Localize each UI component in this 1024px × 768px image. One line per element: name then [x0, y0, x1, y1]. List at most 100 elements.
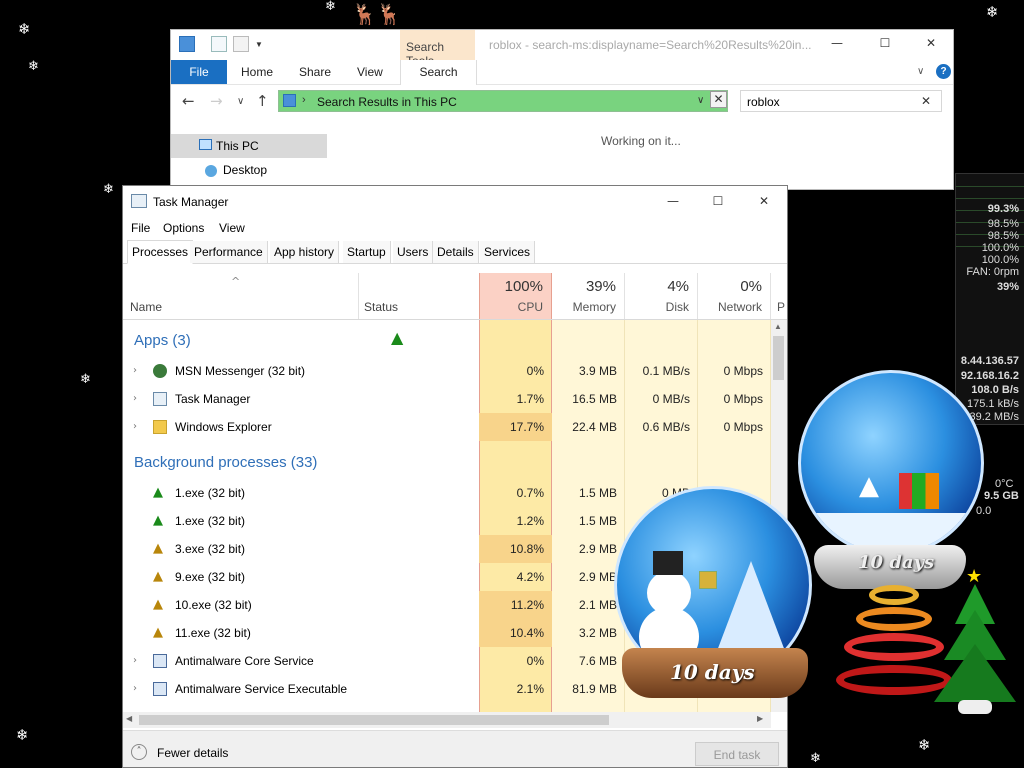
tree-icon: ▲: [153, 597, 163, 612]
column-disk[interactable]: 4% Disk: [625, 273, 698, 319]
snowflake-icon: ❄: [18, 20, 31, 38]
group-header-apps[interactable]: Apps (3): [134, 332, 191, 349]
expand-ribbon-chevron-icon[interactable]: ∨: [917, 60, 924, 84]
process-cpu: 10.4%: [479, 619, 552, 647]
customize-toolbar-chevron-icon[interactable]: ▼: [255, 40, 263, 49]
forward-arrow-icon[interactable]: →: [210, 92, 223, 110]
nav-item-desktop[interactable]: Desktop: [223, 163, 267, 177]
chevron-up-icon[interactable]: ˄: [131, 744, 147, 760]
maximize-button[interactable]: ☐: [708, 194, 728, 212]
fewer-details-button[interactable]: Fewer details: [157, 746, 228, 760]
process-name: 10.exe (32 bit): [175, 598, 252, 612]
gadget-value: FAN: 0rpm: [966, 266, 1019, 278]
column-name[interactable]: Name: [130, 300, 162, 314]
tab-view[interactable]: View: [357, 60, 383, 84]
gadget-value: 100.0%: [981, 242, 1019, 254]
gadget-value: 99.3%: [987, 203, 1019, 215]
close-button[interactable]: ✕: [754, 194, 774, 212]
cpu-label: CPU: [517, 300, 543, 314]
menu-file[interactable]: File: [131, 221, 150, 235]
expand-chevron-icon[interactable]: ›: [133, 393, 137, 404]
disk-percent: 4%: [667, 278, 689, 295]
tab-home[interactable]: Home: [241, 60, 273, 84]
menu-view[interactable]: View: [219, 221, 245, 235]
address-dropdown-chevron-icon[interactable]: ∨: [697, 95, 704, 106]
process-network: 0 Mbps: [723, 364, 763, 378]
column-status[interactable]: Status: [364, 300, 398, 314]
up-arrow-icon[interactable]: ↑: [256, 92, 269, 110]
tree-icon: ▲: [153, 569, 163, 584]
end-task-button[interactable]: End task: [695, 742, 779, 766]
column-cpu[interactable]: 100% CPU: [479, 273, 552, 319]
snowflake-icon: ❄: [918, 736, 931, 754]
properties-icon[interactable]: [211, 36, 227, 52]
menu-options[interactable]: Options: [163, 221, 204, 235]
system-monitor-gadget: 99.3% 98.5% 98.5% 100.0% 100.0% FAN: 0rp…: [955, 173, 1024, 425]
close-button[interactable]: ✕: [921, 36, 941, 54]
address-bar[interactable]: › Search Results in This PC ∨: [278, 90, 728, 112]
gadget-value: 175.1 kB/s: [967, 398, 1019, 410]
minimize-button[interactable]: —: [827, 36, 847, 54]
pine-trees: [717, 561, 785, 651]
tab-details[interactable]: Details: [433, 241, 479, 263]
process-memory: 22.4 MB: [572, 420, 617, 434]
minimize-button[interactable]: —: [663, 194, 683, 212]
scrollbar-thumb[interactable]: [139, 715, 609, 725]
tab-file[interactable]: File: [171, 60, 227, 84]
help-icon[interactable]: ?: [936, 64, 951, 79]
clear-search-icon[interactable]: ✕: [921, 94, 931, 108]
tree-icon: ▲: [153, 625, 163, 640]
sort-caret-icon: ^: [231, 275, 241, 288]
new-folder-icon[interactable]: [233, 36, 249, 52]
column-power[interactable]: P: [777, 300, 785, 314]
desktop-icon: [205, 165, 217, 177]
search-input[interactable]: roblox ✕: [740, 90, 942, 112]
explorer-titlebar[interactable]: ▼ Search Tools roblox - search-ms:displa…: [171, 30, 953, 68]
table-row[interactable]: › Windows Explorer 17.7% 22.4 MB 0.6 MB/…: [123, 413, 771, 441]
scrollbar-thumb[interactable]: [773, 336, 784, 380]
scroll-up-arrow-icon[interactable]: ▲: [774, 322, 782, 331]
table-row[interactable]: › Task Manager 1.7% 16.5 MB 0 MB/s 0 Mbp…: [123, 385, 771, 413]
network-label: Network: [717, 300, 762, 314]
horizontal-scrollbar[interactable]: ◀ ▶: [123, 712, 771, 728]
recent-locations-chevron-icon[interactable]: ∨: [237, 96, 244, 107]
process-network: 0 Mbps: [723, 420, 763, 434]
gadget-value: 108.0 B/s: [971, 384, 1019, 396]
gadget-value: 39%: [996, 281, 1019, 293]
tab-share[interactable]: Share: [299, 60, 331, 84]
group-header-background[interactable]: Background processes (33): [134, 454, 317, 471]
tab-processes[interactable]: Processes: [127, 240, 194, 264]
expand-chevron-icon[interactable]: ›: [133, 655, 137, 666]
task-manager-icon: [153, 392, 167, 406]
tree-icon: ▲: [153, 541, 163, 556]
tab-startup[interactable]: Startup: [343, 241, 391, 263]
nav-this-pc-label: This PC: [216, 139, 259, 153]
stop-search-button[interactable]: ✕: [710, 91, 727, 108]
table-row[interactable]: › MSN Messenger (32 bit) 0% 3.9 MB 0.1 M…: [123, 357, 771, 385]
tab-services[interactable]: Services: [480, 241, 536, 263]
gift-icon: [699, 571, 717, 589]
expand-chevron-icon[interactable]: ›: [133, 421, 137, 432]
maximize-button[interactable]: ☐: [875, 36, 895, 54]
process-disk: 0 MB/s: [652, 392, 690, 406]
service-icon: [153, 654, 167, 668]
memory-percent: 39%: [585, 278, 616, 295]
tab-users[interactable]: Users: [393, 241, 434, 263]
file-explorer-window[interactable]: ▼ Search Tools roblox - search-ms:displa…: [170, 29, 954, 190]
process-cpu: 0.7%: [516, 486, 544, 500]
expand-chevron-icon[interactable]: ›: [133, 683, 137, 694]
scroll-right-arrow-icon[interactable]: ▶: [757, 714, 763, 723]
nav-item-this-pc[interactable]: This PC: [171, 134, 327, 158]
scroll-left-arrow-icon[interactable]: ◀: [126, 714, 132, 723]
expand-chevron-icon[interactable]: ›: [133, 365, 137, 376]
tab-search[interactable]: Search: [400, 60, 477, 85]
column-memory[interactable]: 39% Memory: [552, 273, 625, 319]
back-arrow-icon[interactable]: ←: [182, 92, 195, 110]
reindeer-decoration: 🦌🦌: [352, 2, 402, 26]
address-text: Search Results in This PC: [317, 95, 457, 109]
tab-app-history[interactable]: App history: [270, 241, 340, 263]
tree-icon: ▲: [153, 513, 163, 528]
tab-performance[interactable]: Performance: [190, 241, 268, 263]
countdown-text-left: 10 days: [670, 660, 755, 684]
column-network[interactable]: 0% Network: [698, 273, 771, 319]
